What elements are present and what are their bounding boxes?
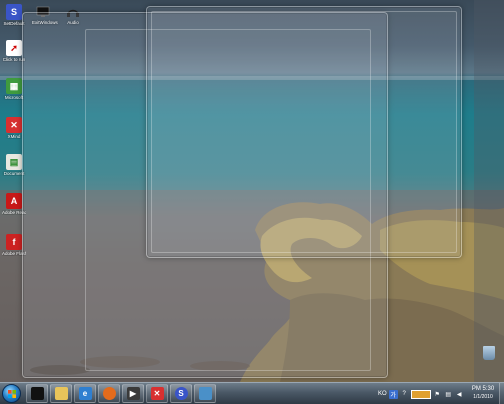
windows-start-orb-icon (8, 390, 16, 398)
clock-date: 1/1/2010 (473, 394, 493, 400)
explorer-folder-icon (54, 387, 68, 400)
taskbar-button-internet-explorer[interactable]: e (74, 384, 96, 403)
flag-icon[interactable]: ⚑ (433, 390, 442, 399)
taskbar-button-media-player[interactable]: ▶ (122, 384, 144, 403)
swirl-app-icon: S (6, 4, 22, 20)
taskbar-button-explorer[interactable] (50, 384, 72, 403)
help-icon[interactable]: ? (400, 390, 409, 399)
taskbar-clock[interactable]: PM 5:30 1/1/2010 (468, 385, 498, 401)
taskbar: e ▶ ✕ S KO 가 ? ⚑ ▤ ◀ PM 5:30 1/1/2010 (0, 382, 504, 404)
taskbar-button-firefox[interactable] (98, 384, 120, 403)
volume-icon[interactable]: ◀ (455, 390, 464, 399)
remote-desktop-icon (198, 387, 212, 400)
pdf-icon: A (6, 193, 22, 209)
network-icon[interactable]: ▤ (444, 390, 453, 399)
flash-icon: f (6, 234, 22, 250)
right-glass-strip (474, 0, 504, 382)
document-icon: ▤ (6, 154, 22, 170)
xmind-icon: ✕ (150, 387, 164, 400)
taskbar-button-cmd[interactable] (26, 384, 48, 403)
firefox-icon (102, 387, 116, 400)
cursor-app-icon: ➚ (6, 40, 22, 56)
taskbar-button-setdefault[interactable]: S (170, 384, 192, 403)
start-button[interactable] (2, 384, 21, 403)
show-desktop-button[interactable] (499, 383, 504, 404)
recycle-bin-icon (483, 346, 495, 360)
sheet-app-icon: ▦ (6, 78, 22, 94)
cmd-window-icon (30, 387, 44, 400)
desktop: ExitWindows Audio S SetDefault ➚ Click t… (0, 0, 504, 382)
taskbar-button-remote-desktop[interactable] (194, 384, 216, 403)
setdefault-app-icon: S (174, 387, 188, 400)
desktop-icon-recycle-bin[interactable] (476, 346, 502, 360)
network-monitor-icon[interactable] (410, 389, 431, 399)
taskbar-button-xmind[interactable]: ✕ (146, 384, 168, 403)
aero-window-front[interactable] (146, 6, 462, 258)
system-tray: KO 가 ? ⚑ ▤ ◀ (378, 385, 464, 403)
language-indicator[interactable]: KO (378, 391, 387, 397)
media-player-icon: ▶ (126, 387, 140, 400)
ime-icon[interactable]: 가 (388, 389, 398, 399)
internet-explorer-icon: e (78, 387, 92, 400)
x-app-icon: ✕ (6, 117, 22, 133)
aero-window-front-client (151, 11, 457, 253)
clock-time: PM 5:30 (471, 386, 495, 392)
